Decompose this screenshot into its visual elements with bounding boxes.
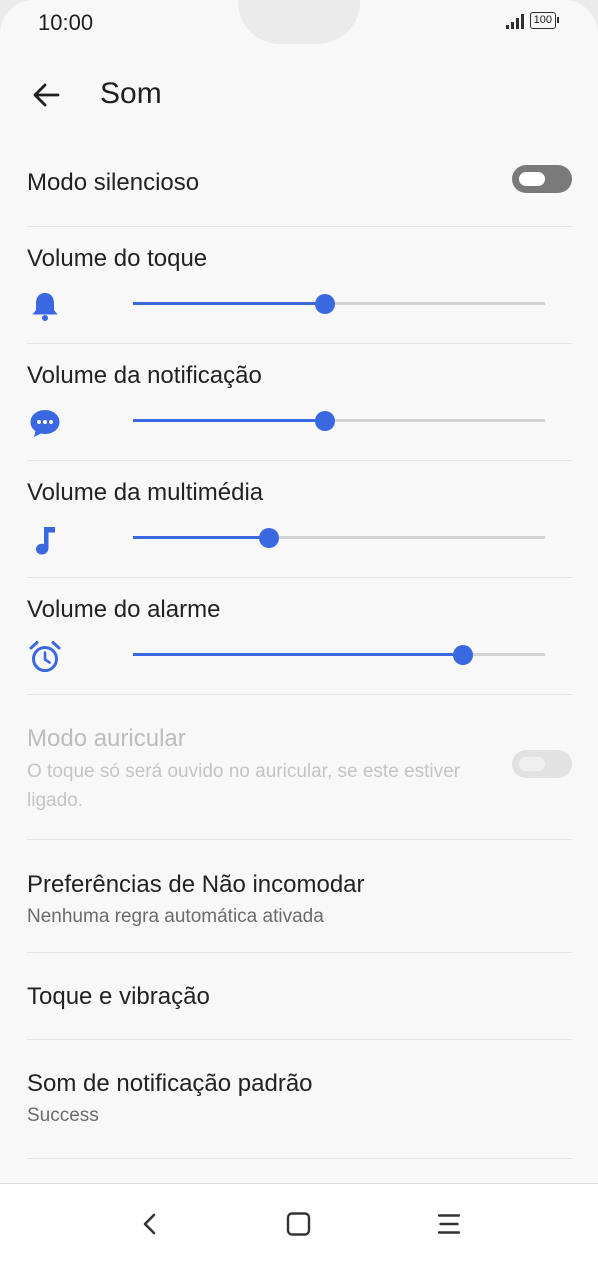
divider [27,577,572,578]
alarm-volume-row: Volume do alarme [27,596,572,624]
alarm-clock-icon [29,641,61,672]
ring-volume-slider[interactable] [133,294,545,314]
status-time: 10:00 [38,10,94,35]
back-icon[interactable] [132,1206,168,1242]
signal-icon [505,13,524,29]
earpiece-mode-toggle [512,750,572,778]
earpiece-mode-label: Modo auricular [27,725,186,752]
toggle-knob [519,757,545,771]
page-title: Som [100,77,162,110]
divider [27,1039,572,1040]
back-arrow-icon[interactable] [30,78,64,112]
silent-mode-row[interactable]: Modo silencioso [27,169,572,197]
dnd-preferences-summary: Nenhuma regra automática ativada [27,906,324,927]
silent-mode-toggle[interactable] [512,165,572,193]
toggle-knob [519,172,545,186]
menu-icon[interactable] [431,1206,467,1242]
app-bar: Som [0,66,598,126]
divider [27,343,572,344]
ring-volume-label: Volume do toque [27,245,208,272]
earpiece-mode-description: O toque só será ouvido no auricular, se … [27,761,461,811]
dnd-preferences-row[interactable]: Preferências de Não incomodar Nenhuma re… [27,871,572,931]
notification-volume-label: Volume da notificação [27,362,262,389]
chat-bubble-icon [30,410,60,437]
ring-volume-row: Volume do toque [27,245,572,273]
media-volume-row: Volume da multimédia [27,479,572,507]
media-volume-label: Volume da multimédia [27,479,264,506]
music-note-icon [36,527,55,555]
divider [27,460,572,461]
divider [27,694,572,695]
default-notification-sound-value: Success [27,1105,99,1126]
slider-thumb[interactable] [259,528,279,548]
media-volume-slider[interactable] [133,528,545,548]
dnd-preferences-label: Preferências de Não incomodar [27,871,365,898]
ringtone-vibration-label: Toque e vibração [27,983,210,1010]
navigation-bar [0,1183,598,1262]
home-icon[interactable] [281,1206,317,1242]
divider [27,839,572,840]
default-notification-sound-row[interactable]: Som de notificação padrão Success [27,1070,572,1130]
divider [27,226,572,227]
ringtone-vibration-row[interactable]: Toque e vibração [27,983,572,1011]
slider-thumb[interactable] [315,411,335,431]
notification-volume-slider[interactable] [133,411,545,431]
camera-notch [238,0,360,44]
divider [27,1158,572,1159]
silent-mode-label: Modo silencioso [27,169,200,196]
battery-icon: 100 [529,12,560,29]
alarm-volume-label: Volume do alarme [27,596,221,623]
status-icons: 100 [505,12,560,29]
alarm-volume-slider[interactable] [133,645,545,665]
default-notification-sound-label: Som de notificação padrão [27,1070,313,1097]
notification-volume-row: Volume da notificação [27,362,572,390]
bell-icon [32,293,58,321]
earpiece-mode-row: Modo auricular O toque só será ouvido no… [27,725,487,815]
slider-thumb[interactable] [453,645,473,665]
slider-thumb[interactable] [315,294,335,314]
divider [27,952,572,953]
settings-screen: 10:00 100 Som Modo silencioso Volume do … [0,0,598,1262]
